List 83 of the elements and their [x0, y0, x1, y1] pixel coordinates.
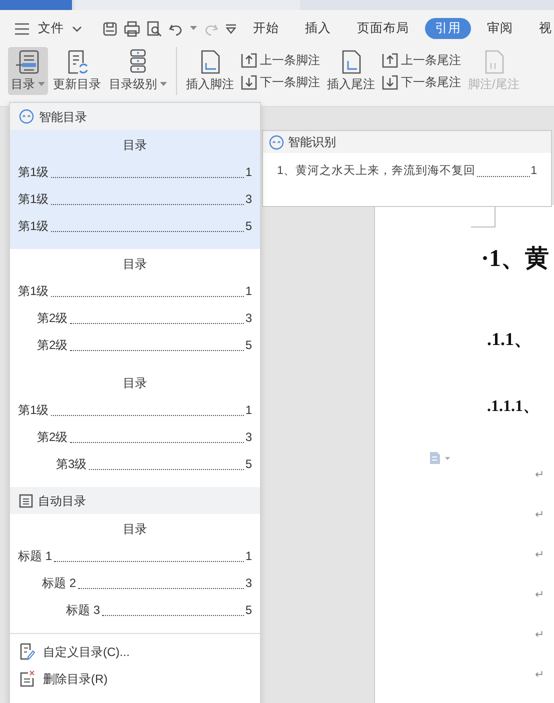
entry-text: 第1级: [18, 218, 49, 235]
toc-style-option[interactable]: 目录 标题 1 1 标题 2 3 标题 3 5: [10, 514, 260, 633]
paragraph-mark: ↵: [535, 588, 544, 603]
entry-text: 标题 3: [66, 602, 100, 619]
page-number: 3: [245, 310, 252, 327]
edit-document-icon: [19, 643, 35, 660]
menu-icon[interactable]: [14, 22, 30, 36]
section-title: 自动目录: [38, 492, 86, 510]
preview-icon[interactable]: [146, 20, 162, 36]
page-number: 1: [530, 164, 537, 179]
entry-text: 标题 2: [42, 575, 76, 592]
heading-text: .1.1.1、: [487, 397, 539, 417]
page-number: 5: [245, 218, 252, 235]
ribbon-tab[interactable]: 页面布局: [347, 18, 419, 39]
ribbon-tab[interactable]: 引用: [425, 18, 471, 39]
menu-item[interactable]: 自定义目录(C)...: [10, 638, 260, 665]
arrow-up-icon: [382, 52, 398, 68]
entry-text: 1、黄河之水天上来，奔流到海不复回: [277, 163, 476, 179]
file-menu[interactable]: 文件: [36, 19, 66, 38]
entry-text: 标题 1: [18, 548, 52, 565]
toc-style-option[interactable]: 目录 第1级 1 第1级 3 第1级 5: [10, 130, 260, 249]
ribbon-button[interactable]: 下一条尾注: [380, 73, 463, 91]
page-number: 3: [245, 191, 252, 208]
entry-text: 第1级: [18, 164, 49, 181]
smart-face-icon: [19, 109, 34, 124]
entry-text: 第2级: [37, 310, 68, 327]
page-number: 1: [245, 283, 252, 300]
ribbon-button[interactable]: 更新目录: [50, 47, 104, 95]
menu-item[interactable]: 删除目录(R): [10, 665, 260, 692]
ribbon-button[interactable]: 插入脚注: [183, 47, 237, 95]
heading-text: ·1、黄: [481, 244, 550, 274]
entry-text: 第1级: [18, 402, 49, 419]
ribbon-tab[interactable]: 开始: [243, 18, 289, 39]
preview-title: 目录: [122, 375, 148, 392]
ribbon-tab[interactable]: 插入: [295, 18, 341, 39]
page-number: 3: [245, 429, 252, 446]
ribbon-tab[interactable]: 审阅: [477, 18, 523, 39]
print-icon[interactable]: [124, 20, 140, 36]
page-number: 3: [245, 575, 252, 592]
more-icon[interactable]: [225, 22, 237, 34]
ribbon-button[interactable]: 上一条尾注: [380, 51, 463, 69]
page-number: 1: [245, 164, 252, 181]
paragraph-mark: ↵: [535, 668, 544, 683]
preview-title: 目录: [122, 256, 148, 273]
paragraph-mark: ↵: [535, 508, 544, 523]
corner-mark: [471, 205, 497, 229]
list-icon: [19, 494, 33, 508]
smart-face-icon: [269, 134, 284, 150]
arrow-down-icon: [241, 74, 257, 90]
arrow-down-icon: [382, 74, 398, 90]
paragraph-mark: ↵: [535, 468, 544, 483]
entry-text: 第1级: [18, 191, 49, 208]
popup-title: 智能识别: [288, 134, 336, 151]
toc-style-option[interactable]: 目录 第1级 1 第2级 3 第3级 5: [10, 368, 260, 487]
ribbon-button[interactable]: 下一条脚注: [239, 73, 322, 91]
section-title: 智能目录: [39, 108, 87, 126]
page-number: 5: [245, 337, 252, 354]
delete-document-icon: [19, 670, 35, 687]
preview-title: 目录: [122, 137, 148, 154]
heading-text: .1.1、: [487, 328, 532, 351]
save-icon[interactable]: [102, 20, 118, 36]
paragraph-mark: ↵: [535, 548, 544, 563]
entry-text: 第3级: [56, 456, 87, 473]
page-number: 1: [245, 402, 252, 419]
ribbon-button[interactable]: 上一条脚注: [239, 51, 322, 69]
toc-style-option[interactable]: 目录 第1级 1 第2级 3 第2级 5: [10, 249, 260, 368]
entry-text: 第2级: [37, 337, 68, 354]
page-number: 1: [245, 548, 252, 565]
ribbon-button[interactable]: 插入尾注: [324, 47, 378, 95]
dot-leader: [477, 176, 530, 178]
preview-title: 目录: [122, 521, 148, 538]
ribbon-button[interactable]: 目录: [8, 47, 48, 95]
arrow-up-icon: [241, 52, 257, 68]
page-number: 5: [245, 456, 252, 473]
ribbon-button[interactable]: 目录级别: [106, 47, 170, 95]
chevron-down-icon[interactable]: [72, 26, 82, 32]
ribbon-tab[interactable]: 视: [529, 18, 554, 39]
entry-text: 第1级: [18, 283, 49, 300]
caret-icon: [190, 26, 197, 31]
table-of-contents-icon: [15, 49, 41, 75]
paragraph-mark: ↵: [535, 628, 544, 643]
entry-text: 第2级: [37, 429, 68, 446]
page-number: 5: [245, 602, 252, 619]
